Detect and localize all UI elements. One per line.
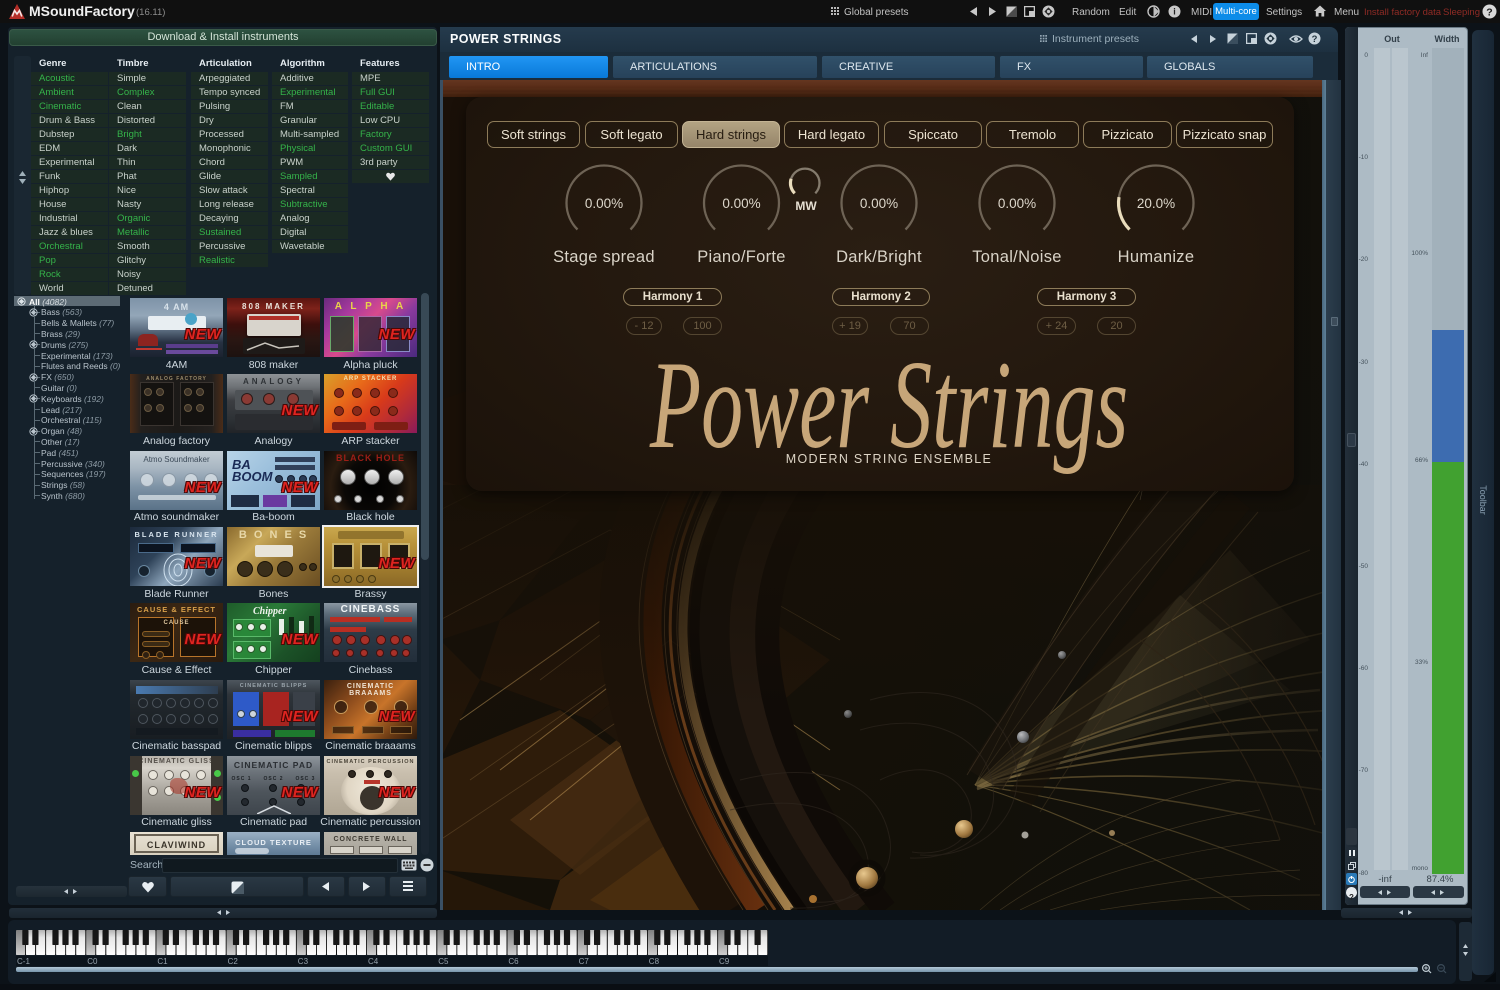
svg-text:C8: C8 [649, 957, 660, 966]
svg-text:C6: C6 [508, 957, 519, 966]
svg-text:C1: C1 [157, 957, 168, 966]
svg-text:C5: C5 [438, 957, 449, 966]
svg-text:C9: C9 [719, 957, 730, 966]
svg-text:C4: C4 [368, 957, 379, 966]
svg-text:C0: C0 [87, 957, 98, 966]
svg-text:?: ? [1486, 6, 1492, 18]
svg-text:C3: C3 [298, 957, 309, 966]
svg-text:i: i [1173, 7, 1176, 17]
svg-text:C2: C2 [228, 957, 239, 966]
svg-text:?: ? [1312, 34, 1318, 45]
svg-text:C7: C7 [579, 957, 590, 966]
svg-text:C-1: C-1 [17, 957, 30, 966]
